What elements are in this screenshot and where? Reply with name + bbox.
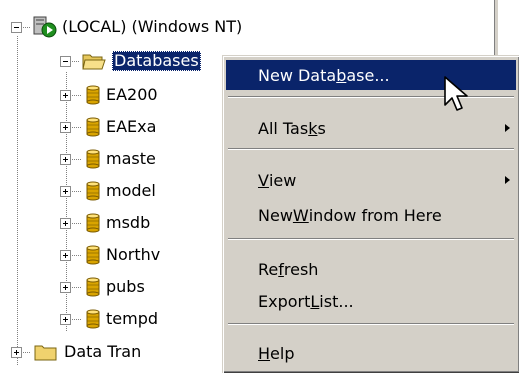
- collapse-server-toggle[interactable]: [11, 22, 22, 33]
- expand-database-toggle[interactable]: [60, 282, 71, 293]
- menu-label: New: [258, 205, 293, 225]
- menu-accelerator: b: [336, 65, 347, 85]
- menu-label: ase...: [346, 65, 390, 85]
- tree-branch-line: [72, 95, 82, 96]
- database-icon: [86, 181, 100, 201]
- tree-branch-line: [72, 287, 82, 288]
- menu-label: New Data: [258, 65, 337, 85]
- database-icon: [86, 245, 100, 265]
- menu-separator: [228, 238, 514, 240]
- expand-database-toggle[interactable]: [60, 250, 71, 261]
- submenu-arrow-icon: [505, 124, 510, 132]
- collapse-databases-toggle[interactable]: [60, 56, 71, 67]
- menu-label: ist...: [319, 291, 354, 311]
- database-label[interactable]: pubs: [104, 277, 147, 297]
- databases-folder-label[interactable]: Databases: [112, 51, 201, 71]
- menu-item-refresh[interactable]: Re f resh: [226, 254, 516, 284]
- menu-label: elp: [270, 343, 295, 363]
- tree-guide-line: [66, 72, 67, 332]
- menu-item-all-tasks[interactable]: All Tas k s: [226, 113, 516, 143]
- tree-branch-line: [72, 159, 82, 160]
- menu-label: s: [317, 118, 326, 138]
- tree-branch-line: [23, 27, 31, 28]
- menu-separator: [228, 148, 514, 150]
- menu-accelerator: H: [258, 343, 271, 363]
- tree-branch-line: [72, 61, 80, 62]
- expand-database-toggle[interactable]: [60, 314, 71, 325]
- folder-icon: [34, 345, 57, 361]
- tree-branch-line: [72, 191, 82, 192]
- tree-guide-line: [17, 36, 18, 366]
- database-icon: [86, 149, 100, 169]
- sql-server-running-icon: [33, 16, 57, 38]
- tree-branch-line: [72, 319, 82, 320]
- tree-branch-line: [23, 352, 31, 353]
- data-transformation-label[interactable]: Data Tran: [62, 342, 143, 362]
- database-label[interactable]: Northv: [104, 245, 162, 265]
- menu-item-help[interactable]: Help: [226, 338, 516, 368]
- menu-item-export-list[interactable]: Export List...: [226, 286, 516, 316]
- menu-accelerator: V: [258, 170, 269, 190]
- menu-separator: [228, 323, 514, 325]
- tree-branch-line: [72, 223, 82, 224]
- database-label[interactable]: msdb: [104, 213, 152, 233]
- expand-database-toggle[interactable]: [60, 186, 71, 197]
- context-menu: New Data b ase... All Tas k s View New Windo…: [222, 55, 519, 373]
- database-icon: [86, 85, 100, 105]
- expand-data-transformation-toggle[interactable]: [11, 347, 22, 358]
- mouse-pointer-icon: [444, 76, 468, 111]
- menu-label: All Tas: [258, 118, 309, 138]
- database-label[interactable]: maste: [104, 149, 158, 169]
- database-label[interactable]: model: [104, 181, 158, 201]
- menu-label: resh: [283, 259, 319, 279]
- menu-label: indow from Here: [308, 205, 442, 225]
- tree-branch-line: [72, 127, 82, 128]
- database-label[interactable]: tempd: [104, 309, 160, 329]
- database-icon: [86, 309, 100, 329]
- database-icon: [86, 213, 100, 233]
- expand-database-toggle[interactable]: [60, 218, 71, 229]
- folder-open-icon: [82, 54, 106, 70]
- menu-accelerator: W: [292, 205, 309, 225]
- menu-accelerator: L: [310, 291, 320, 311]
- menu-label: Export: [258, 291, 311, 311]
- menu-accelerator: k: [308, 118, 318, 138]
- database-icon: [86, 277, 100, 297]
- menu-label: Re: [258, 259, 279, 279]
- expand-database-toggle[interactable]: [60, 90, 71, 101]
- menu-item-view[interactable]: View: [226, 165, 516, 195]
- menu-label: iew: [268, 170, 297, 190]
- submenu-arrow-icon: [505, 176, 510, 184]
- menu-item-new-window-from-here[interactable]: New Window from Here: [226, 200, 516, 230]
- expand-database-toggle[interactable]: [60, 122, 71, 133]
- database-label[interactable]: EA200: [104, 85, 160, 105]
- database-icon: [86, 117, 100, 137]
- expand-database-toggle[interactable]: [60, 154, 71, 165]
- database-label[interactable]: EAExa: [104, 117, 158, 137]
- tree-branch-line: [72, 255, 82, 256]
- server-label[interactable]: (LOCAL) (Windows NT): [60, 17, 244, 37]
